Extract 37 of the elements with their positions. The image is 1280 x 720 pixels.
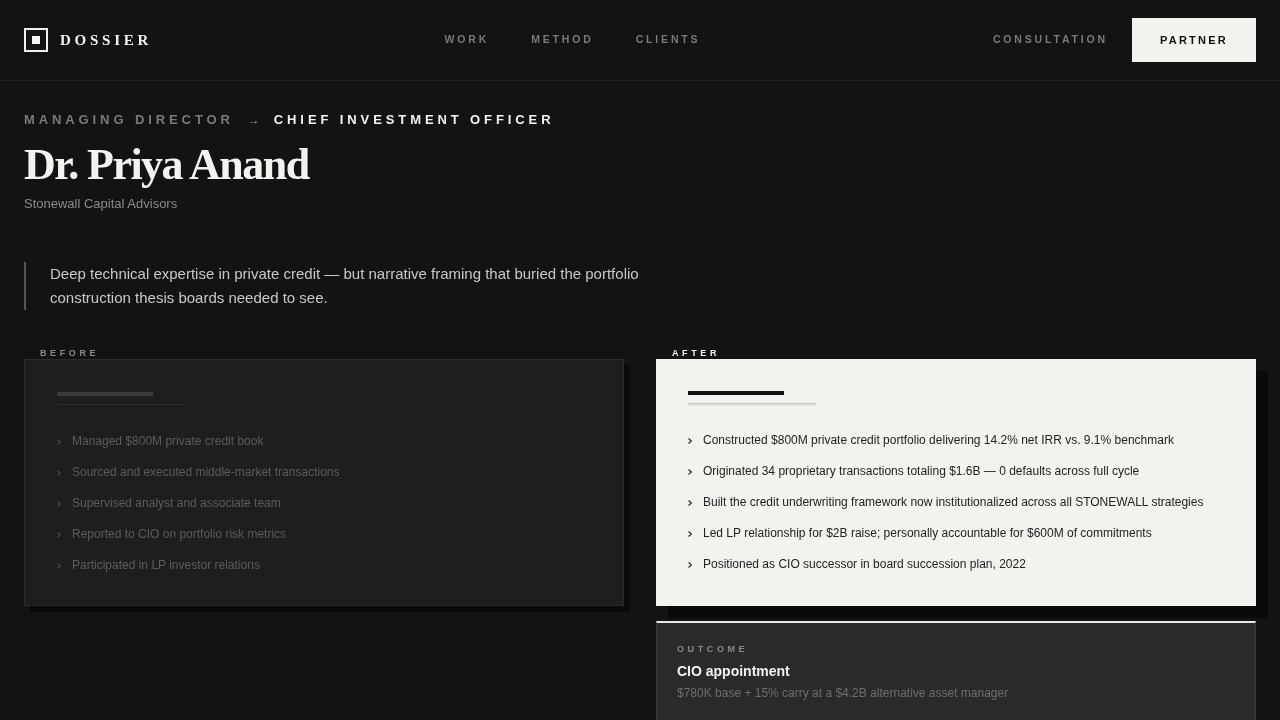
outcome-label: OUTCOME (677, 643, 749, 655)
logo-icon (24, 28, 48, 52)
nav-link[interactable]: WORK (444, 32, 490, 48)
bullet-text: Led LP relationship for $2B raise; personally accountable for $600M of commitments (703, 525, 1152, 542)
outcome-title: CIO appointment (677, 662, 790, 680)
panel-label: AFTER (672, 347, 720, 359)
person-name: Dr. Priya Anand (24, 140, 309, 190)
partner-button[interactable]: PARTNER (1132, 18, 1256, 62)
chevron-icon (57, 531, 61, 538)
quote-text: Deep technical expertise in private credit — but narrative framing that buried the portfolio construction thesis boards needed to see. (50, 264, 640, 308)
chevron-icon (688, 530, 692, 537)
chevron-icon (688, 499, 692, 506)
company-name: Stonewall Capital Advisors (24, 196, 178, 212)
new-role: CHIEF INVESTMENT OFFICER (273, 111, 555, 130)
bullet-text: Sourced and executed middle-market transactions (72, 464, 340, 481)
outcome-detail: $780K base + 15% carry at a $4.2B alternative asset manager (677, 685, 1009, 701)
panel-label: BEFORE (40, 347, 100, 359)
bullet-text: Managed $800M private credit book (72, 433, 264, 450)
chevron-icon (688, 468, 692, 475)
bullet-text: Constructed $800M private credit portfolio delivering 14.2% net IRR vs. 9.1% benchmark (703, 432, 1174, 449)
consultation-link[interactable]: CONSULTATION (992, 32, 1108, 48)
bullet-text: Supervised analyst and associate team (72, 495, 281, 512)
arrow-separator: → (247, 112, 260, 129)
nav-link[interactable]: CLIENTS (635, 32, 701, 48)
chevron-icon (688, 437, 692, 444)
chevron-icon (57, 469, 61, 476)
chevron-icon (57, 438, 61, 445)
previous-role: MANAGING DIRECTOR (24, 111, 234, 130)
chevron-icon (57, 562, 61, 569)
bullet-text: Positioned as CIO successor in board succession plan, 2022 (703, 556, 1026, 573)
nav-link[interactable]: METHOD (531, 32, 594, 48)
bullet-text: Built the credit underwriting framework now institutionalized across all STONEWALL strategies (703, 494, 1204, 511)
bullet-text: Participated in LP investor relations (72, 557, 260, 574)
bullet-text: Originated 34 proprietary transactions totaling $1.6B — 0 defaults across full cycle (703, 463, 1140, 480)
chevron-icon (688, 561, 692, 568)
logo-text: DOSSIER (60, 30, 153, 50)
chevron-icon (57, 500, 61, 507)
